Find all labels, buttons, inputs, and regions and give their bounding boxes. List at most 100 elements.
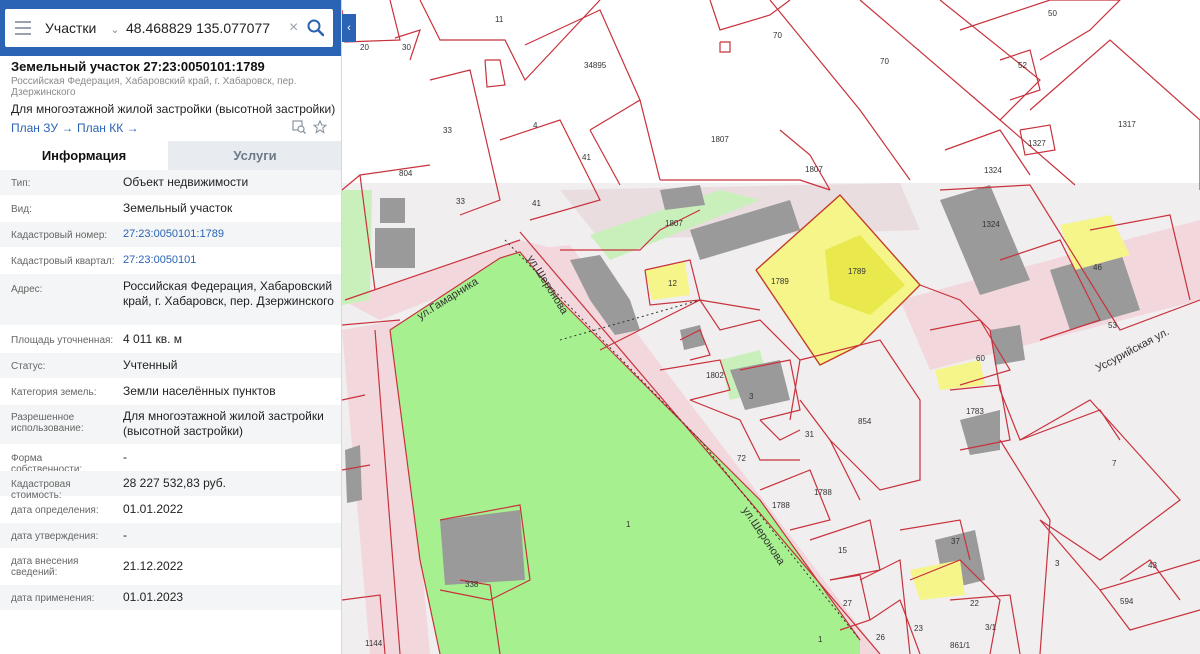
parcel-label: 26 [876,633,885,642]
parcel-label: 1324 [984,166,1002,175]
parcel-title: Земельный участок 27:23:0050101:1789 [11,59,265,74]
attr-value: 4 011 кв. м [123,332,183,346]
boundary [419,0,601,82]
attr-row-type: Тип: Объект недвижимости [0,170,341,196]
parcel-label: 22 [970,599,979,608]
plan-kk-link[interactable]: План КК → [77,121,139,135]
attr-value: Для многоэтажной жилой застройки (высотн… [123,409,324,438]
attr-value: 21.12.2022 [123,559,184,573]
parcel-label: 31 [805,430,814,439]
attr-value: - [123,528,127,542]
attr-label: дата внесения сведений: [11,556,79,578]
attr-row-date-applied: дата применения: 01.01.2023 [0,585,341,611]
attr-row-date-approved: дата утверждения: - [0,523,341,549]
parcel-label: 23 [914,624,923,633]
attr-row-cadastral-quarter: Кадастровый квартал: 27:23:0050101 [0,248,341,274]
menu-icon[interactable] [15,21,31,35]
attr-value: 01.01.2023 [123,590,184,604]
attr-row-address: Адрес: Российская Федерация, Хабаровский… [0,274,341,326]
attr-row-date-entered: дата внесения сведений: 21.12.2022 [0,549,341,585]
parcel-label: 37 [951,537,960,546]
attr-row-kind: Вид: Земельный участок [0,196,341,222]
layer-select-value: Участки [45,20,97,36]
parcel-address-short: Российская Федерация, Хабаровский край, … [11,76,297,98]
attr-label: Разрешенное использование: [11,412,84,434]
parcel-label: 804 [399,169,413,178]
attr-value: Учтенный [123,358,178,372]
parcel-purpose: Для многоэтажной жилой застройки (высотн… [11,102,336,116]
parcel-label: 1317 [1118,120,1136,129]
parcel-label: 12 [668,279,677,288]
tab-info[interactable]: Информация [0,141,168,170]
search-bar: Участки ⌄ × [0,0,341,56]
parcel-label: 1802 [706,371,724,380]
parcel-label: 27 [843,599,852,608]
attr-row-status: Статус: Учтенный [0,353,341,379]
green-strip [342,190,372,305]
parcel-label: 7 [1112,459,1117,468]
parcel-label: 1 [818,635,823,644]
plan-zu-link[interactable]: План ЗУ → [11,121,73,135]
parcel-label: 861/1 [950,641,971,650]
search-input[interactable] [126,9,286,47]
close-icon[interactable]: × [289,19,298,37]
parcel-label: 854 [858,417,872,426]
attr-row-cadastral-value: Кадастровая стоимость: 28 227 532,83 руб… [0,471,341,501]
parcel-label: 53 [1108,321,1117,330]
boundary [639,99,661,181]
parcel-label: 1783 [966,407,984,416]
parcel-label: 70 [773,31,782,40]
parcel-label: 338 [465,580,479,589]
parcel-label: 1789 [771,277,789,286]
parcel-label: 33 [456,197,465,206]
attr-label: Площадь уточненная: [11,335,114,346]
parcel-label: 30 [402,43,411,52]
boundary [484,59,506,88]
parcel-label: 72 [737,454,746,463]
attribute-table: Тип: Объект недвижимости Вид: Земельный … [0,170,341,611]
attr-label: Вид: [11,204,32,215]
parcel-label: 3 [749,392,754,401]
parcel-label: 3/1 [985,623,997,632]
parcel-label: 52 [1018,61,1027,70]
attr-value: Российская Федерация, Хабаровский край, … [123,279,334,308]
attr-label: Статус: [11,361,46,372]
building [440,510,525,585]
attr-value: Земельный участок [123,201,233,215]
parcel-label: 1144 [365,639,383,648]
search-box: Участки ⌄ × [5,9,333,47]
boundary [779,129,831,191]
tab-services[interactable]: Услуги [168,141,341,170]
parcel-label: 50 [1048,9,1057,18]
collapse-panel-button[interactable]: ‹ [342,14,356,42]
parcel-label: 41 [582,153,591,162]
search-icon[interactable] [305,17,327,39]
parcel-label: 43 [1148,561,1157,570]
parcel-label: 1807 [711,135,729,144]
attr-label: Категория земель: [11,387,97,398]
panel-tabs: Информация Услуги [0,141,341,170]
app-root: 20 30 11 34895 70 70 50 52 33 4 41 1807 … [0,0,1200,654]
parcel-label: 15 [838,546,847,555]
parcel-label: 1324 [982,220,1000,229]
attr-row-date-determined: дата определения: 01.01.2022 [0,497,341,523]
attr-label: Тип: [11,178,31,189]
attr-row-permitted-use: Разрешенное использование: Для многоэтаж… [0,405,341,445]
attr-row-ownership: Форма собственности: - [0,445,341,475]
parcel-label: 33 [443,126,452,135]
parcel-label: 1788 [772,501,790,510]
star-icon[interactable] [312,119,328,134]
building [345,445,362,503]
zoom-to-icon[interactable] [292,120,306,134]
attr-row-area: Площадь уточненная: 4 011 кв. м [0,326,341,353]
cadastral-quarter-link[interactable]: 27:23:0050101 [123,253,338,268]
attr-label: дата определения: [11,505,99,516]
cadastral-number-link[interactable]: 27:23:0050101:1789 [123,227,338,242]
boundary [524,9,641,131]
boundary [719,41,731,53]
boundary [959,0,1121,61]
layer-select[interactable]: Участки ⌄ [45,9,120,47]
attr-value: Земли населённых пунктов [123,384,276,398]
parcel-label: 1 [626,520,631,529]
parcel-label: 3 [1055,559,1060,568]
